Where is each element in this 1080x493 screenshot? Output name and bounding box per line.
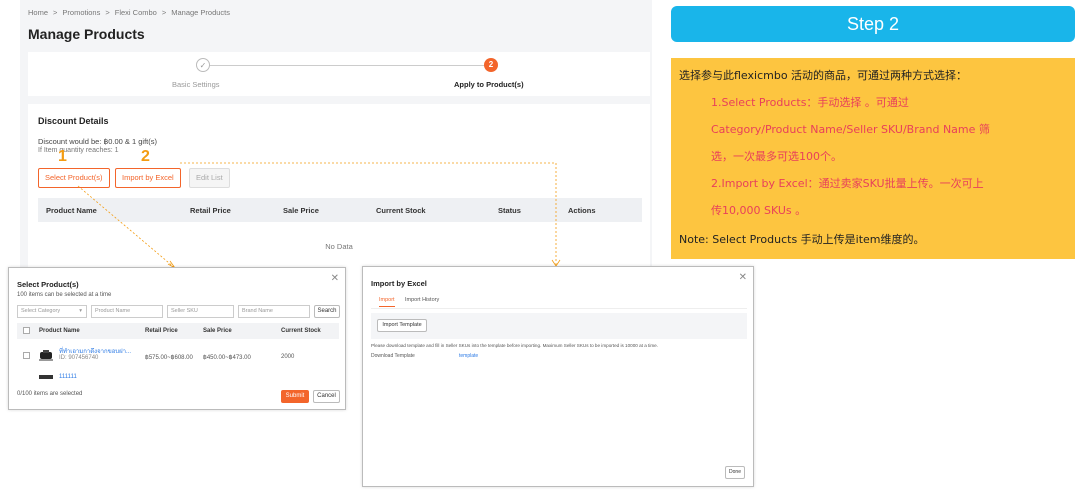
col-status: Status: [498, 206, 521, 215]
select-all-checkbox[interactable]: [23, 327, 30, 334]
select-dialog-title: Select Product(s): [17, 280, 79, 289]
submit-button[interactable]: Submit: [281, 390, 309, 403]
stepper-line: [203, 65, 493, 66]
done-button[interactable]: Done: [725, 466, 745, 479]
retail-price: ฿575.00~฿608.00: [145, 355, 193, 361]
sel-col-current-stock: Current Stock: [281, 328, 321, 334]
select-dialog-subtitle: 100 items can be selected at a time: [17, 292, 112, 298]
select-table-header: Product Name Retail Price Sale Price Cur…: [17, 323, 339, 339]
import-dialog-title: Import by Excel: [371, 279, 427, 288]
col-product-name: Product Name: [46, 206, 97, 215]
tab-import-history[interactable]: Import History: [405, 297, 439, 303]
breadcrumb-home[interactable]: Home: [28, 8, 48, 17]
marker-2: 2: [141, 148, 150, 165]
instruction-note: 选择参与此flexicmbo 活动的商品，可通过两种方式选择： 1.Select…: [671, 58, 1075, 259]
discount-condition: If Item quantity reaches: 1: [38, 147, 119, 154]
note-line-1: 选择参与此flexicmbo 活动的商品，可通过两种方式选择：: [679, 69, 968, 82]
download-template-label: Download Template: [371, 353, 415, 359]
close-icon[interactable]: ✕: [739, 272, 747, 283]
tab-import[interactable]: Import: [379, 297, 395, 307]
note-line-5: 2.Import by Excel：通过卖家SKU批量上传。一次可上: [711, 177, 984, 190]
page-title: Manage Products: [28, 26, 145, 42]
note-line-3: Category/Product Name/Seller SKU/Brand N…: [711, 123, 990, 136]
breadcrumb: Home > Promotions > Flexi Combo > Manage Produ…: [28, 8, 230, 17]
close-icon[interactable]: ✕: [331, 273, 339, 284]
product-thumbnail: [39, 350, 53, 361]
step-basic-settings[interactable]: Basic Settings: [172, 80, 220, 89]
breadcrumb-flexi-combo[interactable]: Flexi Combo: [115, 8, 157, 17]
discount-title: Discount Details: [38, 116, 109, 126]
template-link[interactable]: template: [459, 353, 478, 359]
products-table-header: Product Name Retail Price Sale Price Cur…: [38, 198, 642, 222]
stepper: ✓ 2 Basic Settings Apply to Product(s): [28, 52, 650, 96]
import-info-text: Please download template and fill in Sel…: [371, 343, 658, 348]
cancel-button[interactable]: Cancel: [313, 390, 340, 403]
marker-1: 1: [58, 148, 67, 165]
note-line-7: Note: Select Products 手动上传是item维度的。: [679, 233, 925, 246]
check-icon: ✓: [196, 58, 210, 72]
category-select[interactable]: Select Category ▾: [17, 305, 87, 318]
seller-sku-input[interactable]: Seller SKU: [167, 305, 234, 318]
col-sale-price: Sale Price: [283, 206, 319, 215]
discount-details-card: Discount Details Discount would be: ฿0.0…: [28, 104, 650, 268]
current-stock: 2000: [281, 354, 295, 360]
sel-col-retail-price: Retail Price: [145, 328, 178, 334]
breadcrumb-separator: >: [161, 8, 167, 17]
note-line-2: 1.Select Products：手动选择 。可通过: [711, 96, 909, 109]
selected-count: 0/100 items are selected: [17, 391, 83, 397]
import-template-button[interactable]: Import Template: [377, 319, 427, 332]
product-id: ID: 907456740: [59, 355, 99, 361]
manage-products-panel: Home > Promotions > Flexi Combo > Manage Produ…: [20, 0, 652, 268]
step-banner: Step 2: [671, 6, 1075, 42]
sel-col-product-name: Product Name: [39, 328, 80, 334]
select-products-button[interactable]: Select Product(s): [38, 168, 110, 188]
col-retail-price: Retail Price: [190, 206, 231, 215]
product-thumbnail: [39, 375, 53, 379]
import-excel-dialog: Import by Excel ✕ Import Import History …: [362, 266, 754, 487]
product-name-link[interactable]: 111111: [59, 374, 77, 380]
import-template-area: Import Template: [371, 313, 747, 339]
col-actions: Actions: [568, 206, 596, 215]
breadcrumb-promotions[interactable]: Promotions: [62, 8, 100, 17]
note-line-6: 传10,000 SKUs 。: [711, 204, 807, 217]
search-button[interactable]: Search: [314, 305, 340, 318]
breadcrumb-manage-products: Manage Products: [171, 8, 231, 17]
row-checkbox[interactable]: [23, 352, 30, 359]
select-products-dialog: Select Product(s) ✕ 100 items can be sel…: [8, 267, 346, 410]
import-excel-button[interactable]: Import by Excel: [115, 168, 181, 188]
import-tabs: Import Import History: [371, 297, 747, 309]
sale-price: ฿450.00~฿473.00: [203, 355, 251, 361]
sel-col-sale-price: Sale Price: [203, 328, 232, 334]
col-current-stock: Current Stock: [376, 206, 426, 215]
step-apply-products: Apply to Product(s): [454, 80, 524, 89]
brand-name-input[interactable]: Brand Name: [238, 305, 310, 318]
product-name-input[interactable]: Product Name: [91, 305, 163, 318]
breadcrumb-separator: >: [53, 8, 58, 17]
discount-summary: Discount would be: ฿0.00 & 1 gift(s): [38, 137, 157, 146]
note-line-4: 选，一次最多可选100个。: [711, 150, 842, 163]
step-number: 2: [484, 58, 498, 72]
breadcrumb-separator: >: [105, 8, 110, 17]
no-data-text: No Data: [325, 242, 353, 251]
chevron-down-icon: ▾: [79, 308, 82, 314]
edit-list-button[interactable]: Edit List: [189, 168, 230, 188]
category-placeholder: Select Category: [21, 308, 61, 314]
